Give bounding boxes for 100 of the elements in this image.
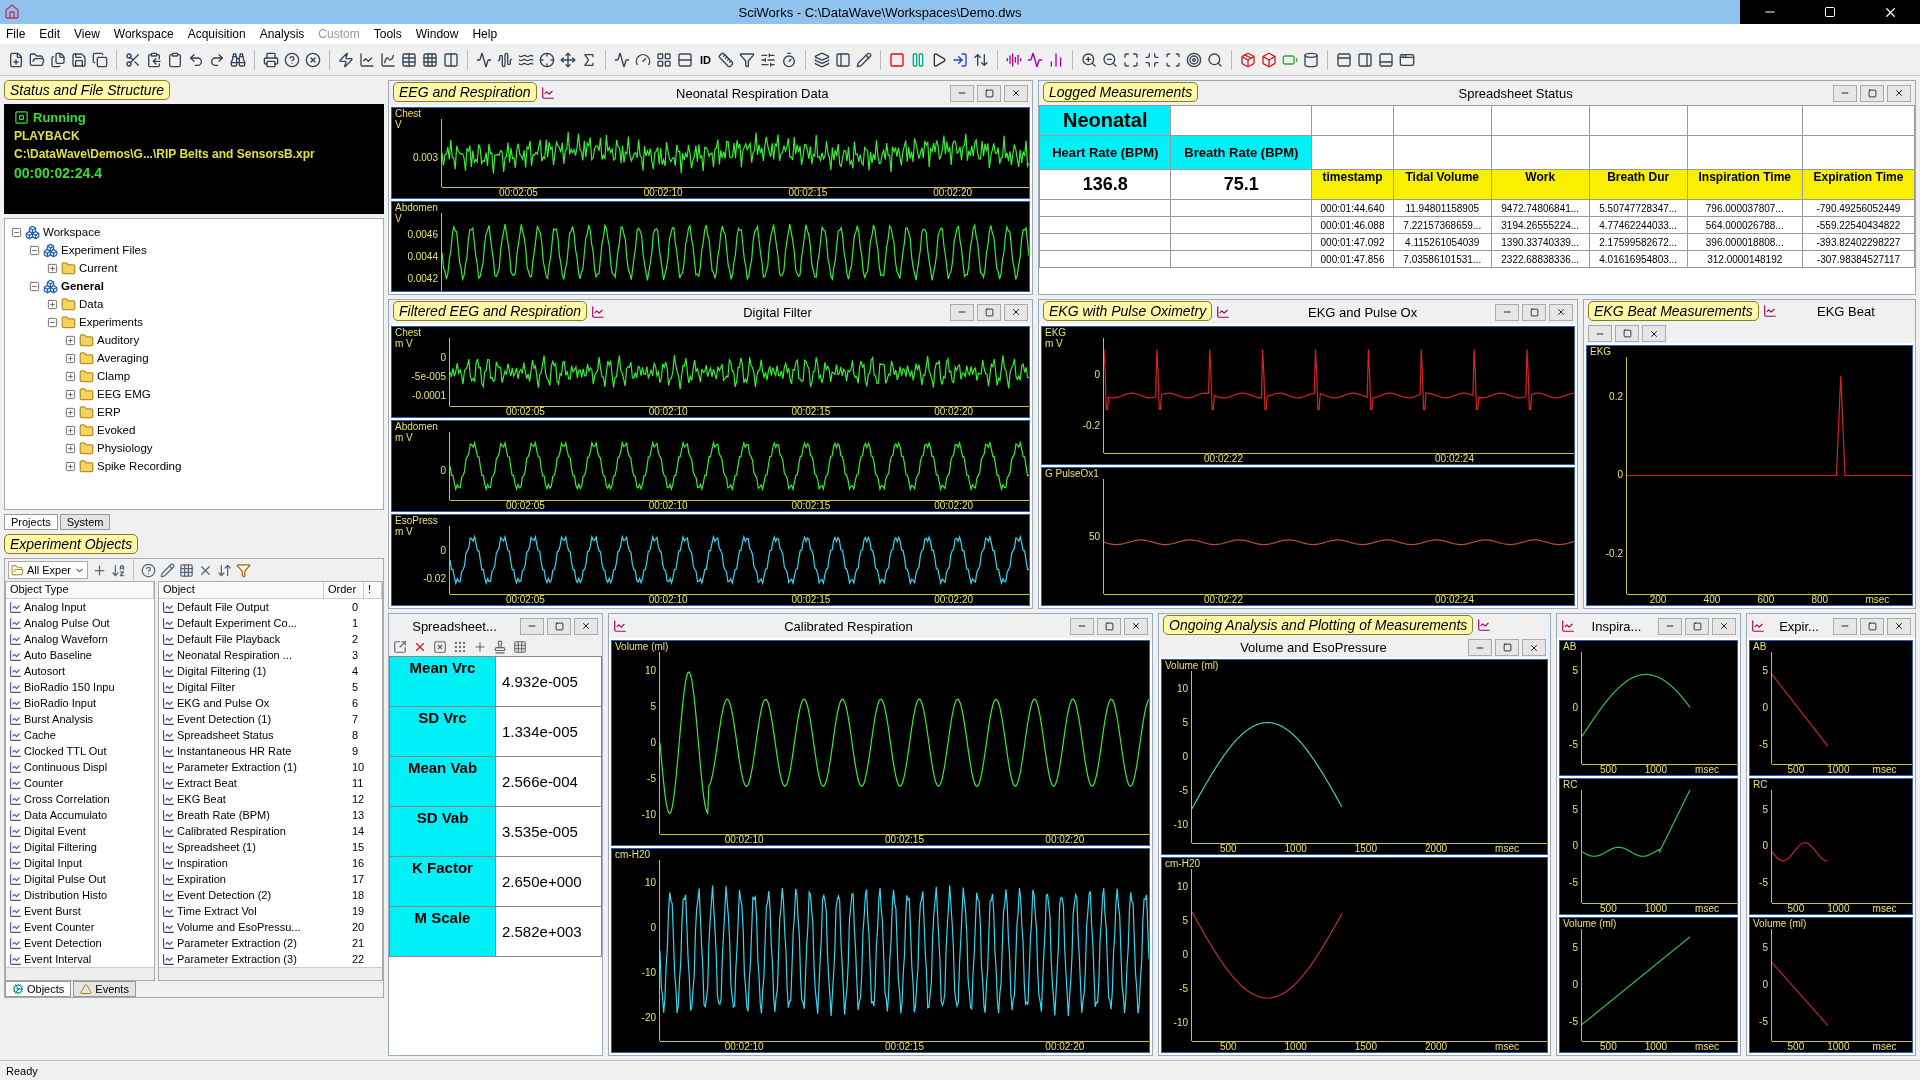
zoom-in-icon[interactable] xyxy=(1081,51,1097,68)
clipboard-icon[interactable] xyxy=(146,51,162,68)
list-item[interactable]: Clocked TTL Out xyxy=(24,745,154,757)
export-icon[interactable] xyxy=(393,640,407,654)
tree-item[interactable]: Evoked xyxy=(97,424,136,436)
expand-toggle-icon[interactable] xyxy=(65,424,76,436)
spline-chart-icon[interactable] xyxy=(380,51,396,68)
list-item[interactable]: Digital Event xyxy=(24,825,154,837)
search-icon[interactable] xyxy=(1207,51,1223,68)
list-item[interactable]: Spreadsheet Status xyxy=(177,729,350,741)
list-item[interactable]: Spreadsheet (1) xyxy=(177,841,350,853)
column-header[interactable]: Order xyxy=(324,582,364,598)
sort-icon[interactable] xyxy=(111,562,127,578)
minimize-button[interactable] xyxy=(1833,617,1857,635)
window-icon[interactable] xyxy=(1399,51,1415,68)
list-item[interactable]: Event Counter xyxy=(24,921,154,933)
clear-icon[interactable] xyxy=(433,640,447,654)
menu-item[interactable]: Help xyxy=(472,27,498,41)
filter-icon[interactable] xyxy=(236,562,252,578)
panel-tab[interactable]: Projects xyxy=(4,514,58,530)
expand-icon[interactable] xyxy=(1123,51,1139,68)
list-item[interactable]: Digital Input xyxy=(24,857,154,869)
activity-icon[interactable] xyxy=(1027,51,1043,68)
panel-top-icon[interactable] xyxy=(1336,51,1352,68)
gauge-icon[interactable] xyxy=(635,51,651,68)
tree-item[interactable]: ERP xyxy=(97,406,121,418)
panel-icon[interactable] xyxy=(835,51,851,68)
list-item[interactable]: Extract Beat xyxy=(177,777,350,789)
tree-item[interactable]: Averaging xyxy=(97,352,149,364)
list-item[interactable]: Analog Pulse Out xyxy=(24,617,154,629)
menu-item[interactable]: Acquisition xyxy=(187,27,246,41)
minimize-button[interactable] xyxy=(950,84,974,102)
list-item[interactable]: Time Extract Vol xyxy=(177,905,350,917)
paste-icon[interactable] xyxy=(167,51,183,68)
list-item[interactable]: Neonatal Respiration ... xyxy=(177,649,350,661)
list-item[interactable]: Event Detection (2) xyxy=(177,889,350,901)
collapse-toggle-icon[interactable] xyxy=(29,244,40,256)
add-icon[interactable] xyxy=(92,562,108,578)
filter-dropdown[interactable]: All Exper xyxy=(8,561,89,579)
minimize-button[interactable] xyxy=(1588,325,1612,342)
table-icon[interactable] xyxy=(401,51,417,68)
list-item[interactable]: Parameter Extraction (1) xyxy=(177,761,350,773)
list-item[interactable]: Default Experiment Co... xyxy=(177,617,350,629)
column-header[interactable]: Object xyxy=(159,582,324,598)
pause-icon[interactable] xyxy=(910,51,926,68)
list-item[interactable]: Breath Rate (BPM) xyxy=(177,809,350,821)
list-item[interactable]: Analog Waveforn xyxy=(24,633,154,645)
tree-item[interactable]: Spike Recording xyxy=(97,460,182,472)
tree-item[interactable]: Current xyxy=(79,262,118,274)
list-item[interactable]: Continuous Displ xyxy=(24,761,154,773)
layout-icon[interactable] xyxy=(656,51,672,68)
list-item[interactable]: Digital Filter xyxy=(177,681,350,693)
tree-item[interactable]: Auditory xyxy=(97,334,140,346)
expand-toggle-icon[interactable] xyxy=(65,406,76,418)
dots-icon[interactable] xyxy=(453,640,467,654)
close-button[interactable] xyxy=(1549,303,1573,321)
collapse-toggle-icon[interactable] xyxy=(47,316,58,328)
list-item[interactable]: Event Detection (1) xyxy=(177,713,350,725)
list-item[interactable]: Volume and EsoPressu... xyxy=(177,921,350,933)
help-icon[interactable] xyxy=(141,562,157,578)
grid-icon[interactable] xyxy=(422,51,438,68)
expand-toggle-icon[interactable] xyxy=(65,352,76,364)
line-chart-icon[interactable] xyxy=(359,51,375,68)
list-item[interactable]: Cross Correlation xyxy=(24,793,154,805)
panel-tab[interactable]: System xyxy=(59,514,111,530)
list-item[interactable]: Analog Input xyxy=(24,601,154,613)
tree-item[interactable]: Physiology xyxy=(97,442,153,454)
rows-icon[interactable] xyxy=(677,51,693,68)
lightning-icon[interactable] xyxy=(338,51,354,68)
expand-toggle-icon[interactable] xyxy=(65,442,76,454)
package-icon[interactable] xyxy=(1240,51,1256,68)
expand-toggle-icon[interactable] xyxy=(47,298,58,310)
panel-tab[interactable]: Objects xyxy=(5,981,72,997)
grid-icon[interactable] xyxy=(513,640,527,654)
filter-icon[interactable] xyxy=(739,51,755,68)
minimize-button[interactable] xyxy=(1070,617,1094,635)
expand-toggle-icon[interactable] xyxy=(65,370,76,382)
minimize-button[interactable] xyxy=(1468,639,1492,656)
list-item[interactable]: Event Burst xyxy=(24,905,154,917)
minimize-button[interactable] xyxy=(1495,303,1519,321)
scrollbar[interactable] xyxy=(159,967,382,980)
panel-bottom-icon[interactable] xyxy=(1378,51,1394,68)
list-item[interactable]: Auto Baseline xyxy=(24,649,154,661)
waveform-icon[interactable] xyxy=(476,51,492,68)
tree-item[interactable]: General xyxy=(61,280,104,292)
stop-icon[interactable] xyxy=(889,51,905,68)
list-item[interactable]: Parameter Extraction (3) xyxy=(177,953,350,965)
copy-icon[interactable] xyxy=(92,51,108,68)
timer-icon[interactable] xyxy=(781,51,797,68)
list-item[interactable]: Autosort xyxy=(24,665,154,677)
minimize-button[interactable] xyxy=(520,617,544,635)
list-item[interactable]: EKG and Pulse Ox xyxy=(177,697,350,709)
list-item[interactable]: Distribution Histo xyxy=(24,889,154,901)
menu-item[interactable]: Window xyxy=(415,27,459,41)
column-header[interactable]: ! xyxy=(364,582,382,598)
sort-icon[interactable] xyxy=(973,51,989,68)
minimize-button[interactable] xyxy=(1833,84,1857,102)
delete-icon[interactable] xyxy=(413,640,427,654)
binoculars-icon[interactable] xyxy=(230,51,246,68)
enter-icon[interactable] xyxy=(952,51,968,68)
